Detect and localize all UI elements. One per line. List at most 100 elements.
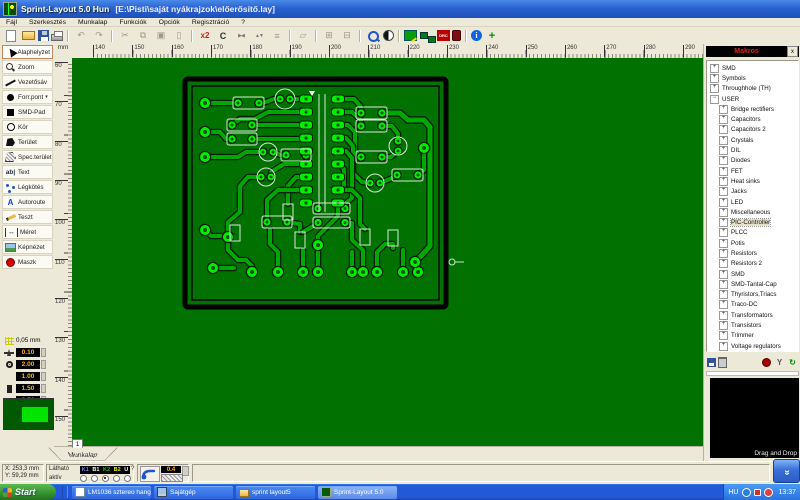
pad-inner-value[interactable]: 1.00 [16, 372, 40, 381]
macro-tree-item[interactable]: + Resistors [707, 248, 798, 258]
components-icon[interactable] [419, 29, 436, 43]
menu-item[interactable]: ? [235, 19, 251, 26]
macro-tree-item[interactable]: + Heat sinks [707, 176, 798, 186]
component-icon[interactable] [452, 30, 461, 41]
track-width-status[interactable]: 0.4 [161, 466, 181, 473]
macro-tree-item[interactable]: + Traco-DC [707, 300, 798, 310]
expand-icon[interactable]: + [719, 115, 728, 125]
expand-icon[interactable]: + [719, 238, 728, 248]
layer-radio[interactable] [91, 475, 98, 482]
macro-tree-item[interactable]: + PIC-Controller [707, 217, 798, 228]
worksheet-tab[interactable]: Munkalap [48, 447, 118, 461]
macro-tree-item[interactable]: + Diodes [707, 156, 798, 166]
separator[interactable] [465, 29, 467, 42]
drc-icon[interactable]: DRC [437, 30, 450, 41]
macro-tree-item[interactable]: − USER [707, 94, 798, 104]
spinner[interactable] [41, 360, 46, 369]
capture-icon[interactable]: + [484, 29, 500, 43]
expand-icon[interactable]: + [719, 341, 728, 351]
contrast-icon[interactable] [383, 30, 394, 41]
tool-meret[interactable]: ↔ Méret [2, 225, 53, 239]
new-file-icon[interactable] [6, 29, 16, 42]
layer-radio[interactable] [80, 475, 87, 482]
expand-icon[interactable]: + [710, 63, 719, 73]
redo-icon[interactable]: ↷ [91, 29, 107, 43]
expand-icon[interactable]: + [719, 321, 728, 331]
expand-icon[interactable]: + [719, 290, 728, 300]
macro-tree-item[interactable]: + DIL [707, 145, 798, 156]
macro-tree-item[interactable]: + SMD [707, 63, 798, 73]
expand-icon[interactable]: + [719, 166, 728, 176]
macro-tree-item[interactable]: + Resistors 2 [707, 259, 798, 269]
expand-icon[interactable]: + [719, 156, 728, 166]
save-icon[interactable] [38, 30, 49, 41]
print-icon[interactable] [51, 31, 63, 41]
tool-legkotes[interactable]: Légkötés [2, 180, 53, 194]
tool-maszk[interactable]: Maszk [2, 255, 53, 269]
expand-icon[interactable]: + [719, 248, 728, 258]
spinner[interactable] [182, 466, 189, 476]
pcb-canvas[interactable] [72, 58, 703, 446]
mirror-vertical-icon[interactable]: ▲▼ [251, 29, 267, 43]
tool-teszt[interactable]: Teszt [2, 210, 53, 224]
tool-spec-terulet[interactable]: Spec.terület [2, 150, 53, 164]
macro-tree-item[interactable]: + SMD [707, 269, 798, 279]
expand-icon[interactable]: + [719, 125, 728, 135]
expand-icon[interactable]: + [719, 279, 728, 289]
macro-tree-item[interactable]: + Miscellaneous [707, 207, 798, 217]
separator[interactable] [315, 29, 317, 42]
expand-icon[interactable]: + [710, 84, 719, 94]
spinner[interactable] [41, 372, 46, 381]
expand-icon[interactable]: + [719, 187, 728, 197]
smd-width-value[interactable]: 1.50 [16, 384, 40, 393]
separator[interactable] [398, 29, 400, 42]
macro-tree-item[interactable]: + Voltage regulators [707, 341, 798, 351]
layer-button[interactable]: K1 [82, 467, 89, 473]
expand-icon[interactable]: + [719, 146, 728, 156]
taskbar-button-sajatgep[interactable]: Sajátgép [154, 485, 233, 499]
macro-tree-item[interactable]: + Capacitors [707, 114, 798, 125]
tool-autoroute[interactable]: A Autoroute [2, 195, 53, 209]
layer-button[interactable]: B1 [92, 467, 99, 473]
menu-item[interactable]: Funkciók [113, 19, 152, 26]
macro-tree-item[interactable]: + FET [707, 166, 798, 176]
tray-icon-2[interactable] [754, 488, 762, 496]
delete-icon[interactable]: ▯ [171, 29, 187, 43]
layer-button[interactable]: B2 [114, 467, 121, 473]
grid-icon[interactable] [2, 336, 16, 345]
group-icon[interactable]: ⊞ [321, 29, 337, 43]
macro-tree-item[interactable]: + Jacks [707, 187, 798, 197]
macro-branch-icon[interactable]: Y [774, 357, 785, 368]
tool-vezetosav[interactable]: Vezetősáv [2, 75, 53, 89]
expand-icon[interactable]: + [719, 228, 728, 238]
open-file-icon[interactable] [22, 31, 35, 40]
track-width-value[interactable]: 0.10 [16, 348, 40, 357]
layer-button[interactable]: K2 [103, 467, 110, 473]
expand-icon[interactable]: + [719, 176, 728, 186]
copy-icon[interactable]: ⧉ [135, 29, 151, 43]
fill-pattern[interactable] [161, 474, 183, 482]
ungroup-icon[interactable]: ⊟ [339, 29, 355, 43]
expand-icon[interactable]: + [719, 197, 728, 207]
macro-tree-item[interactable]: + Symbols [707, 73, 798, 83]
spinner[interactable] [41, 348, 46, 357]
menu-item[interactable]: Regisztráció [186, 19, 235, 26]
separator[interactable] [359, 29, 361, 42]
tray-icon-1[interactable] [742, 487, 752, 497]
layers-help[interactable]: ? [131, 466, 134, 472]
macro-tree-item[interactable]: + Bridge rectifiers [707, 104, 798, 114]
separator[interactable] [289, 29, 291, 42]
grid-value[interactable]: 0,05 mm [16, 337, 41, 344]
tool-zoom[interactable]: Zoom [2, 60, 53, 74]
menu-item[interactable]: Fájl [0, 19, 23, 26]
separator[interactable] [191, 29, 193, 42]
tool-alaphelyzet[interactable]: Alaphelyzet [2, 45, 53, 59]
macro-refresh-icon[interactable]: ↻ [787, 357, 798, 368]
expand-icon[interactable]: − [710, 94, 719, 104]
board-view-icon[interactable] [404, 30, 417, 41]
tool-text[interactable]: ab| Text [2, 165, 53, 179]
tray-icon-3[interactable] [764, 487, 774, 497]
tool-kepnezet[interactable]: Képnézet [2, 240, 53, 254]
macro-tree-item[interactable]: + Thyristors,Triacs [707, 290, 798, 300]
expand-icon[interactable]: + [719, 300, 728, 310]
